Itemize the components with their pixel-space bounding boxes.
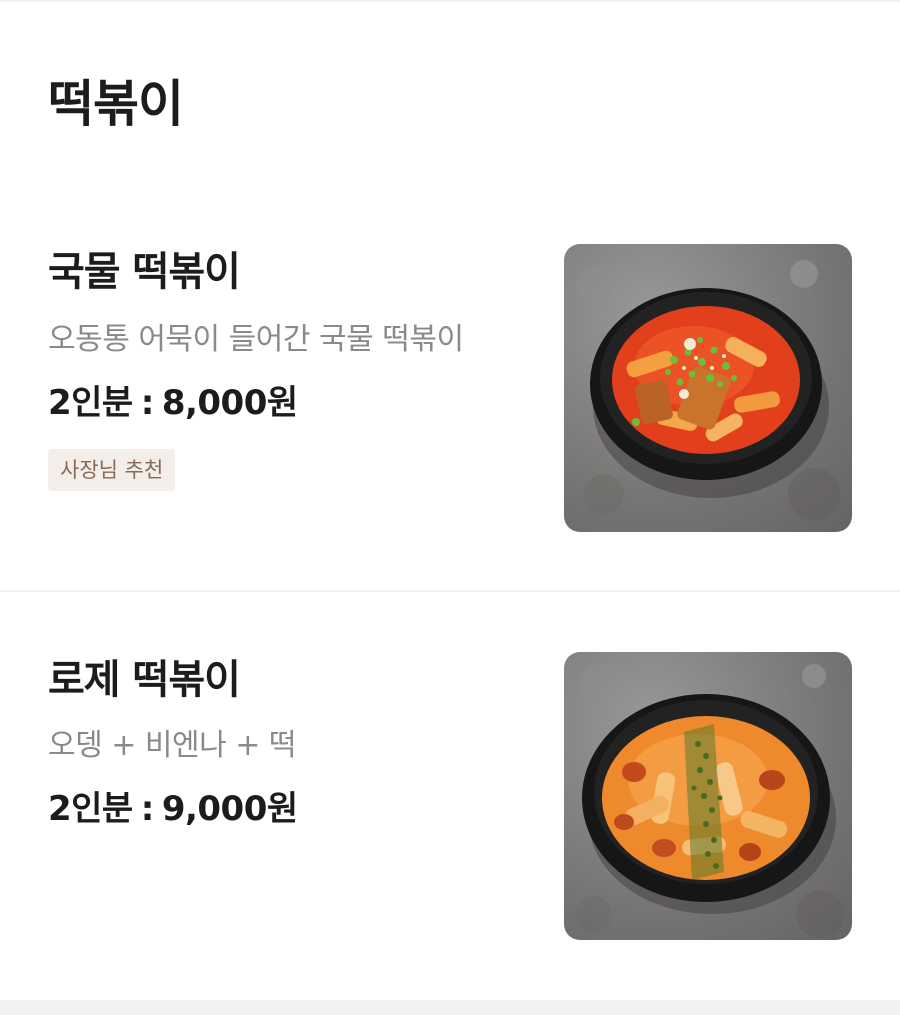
menu-item-rose[interactable]: 로제 떡볶이 오뎅 + 비엔나 + 떡 2인분:9,000원 xyxy=(0,592,900,1000)
menu-item-description: 오뎅 + 비엔나 + 떡 xyxy=(48,728,297,763)
top-divider xyxy=(0,0,900,2)
guk-mul-tteokbokki-bowl-photo xyxy=(576,260,840,520)
price-serving-label: 2인분 xyxy=(48,383,133,423)
menu-item-price: 2인분:8,000원 xyxy=(48,380,298,426)
rose-tteokbokki-bowl-photo xyxy=(576,664,844,938)
menu-item-photo xyxy=(564,652,852,940)
price-serving-label: 2인분 xyxy=(48,789,133,829)
price-amount: 8,000원 xyxy=(161,383,298,423)
recommend-badge: 사장님 추천 xyxy=(48,449,176,491)
menu-item-price: 2인분:9,000원 xyxy=(48,786,298,832)
price-separator: : xyxy=(140,789,155,829)
menu-item-description: 오동통 어묵이 들어간 국물 떡볶이 xyxy=(48,322,464,357)
menu-item-name: 로제 떡볶이 xyxy=(48,657,241,703)
price-separator: : xyxy=(140,383,155,423)
price-amount: 9,000원 xyxy=(161,789,298,829)
bottom-divider xyxy=(0,1000,900,1015)
menu-item-name: 국물 떡볶이 xyxy=(48,249,241,295)
menu-item-guk-mul[interactable]: 국물 떡볶이 오동통 어묵이 들어간 국물 떡볶이 2인분:8,000원 사장님… xyxy=(0,200,900,590)
menu-item-photo xyxy=(564,244,852,532)
category-title: 떡볶이 xyxy=(48,75,184,133)
